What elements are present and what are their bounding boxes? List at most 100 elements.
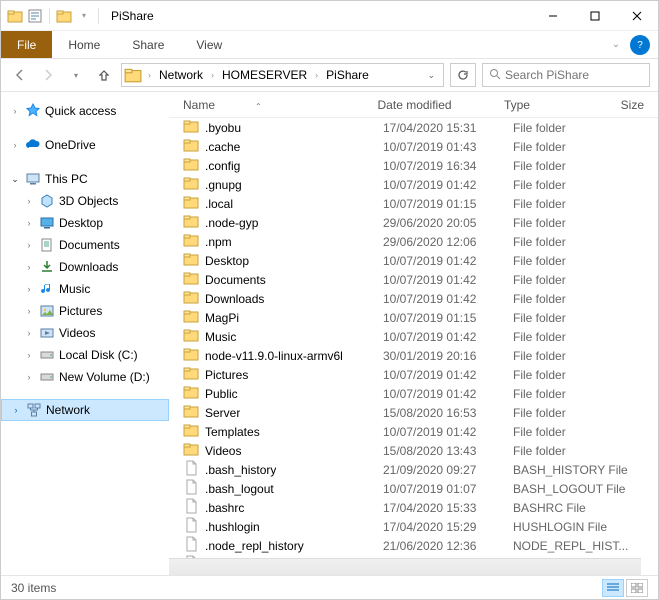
table-row[interactable]: .config10/07/2019 16:34File folder	[169, 156, 658, 175]
address-bar[interactable]: › Network › HOMESERVER › PiShare ⌄	[121, 63, 444, 87]
view-details-button[interactable]	[602, 579, 624, 597]
crumb-homeserver[interactable]: HOMESERVER	[220, 68, 309, 82]
minimize-button[interactable]	[532, 1, 574, 31]
qat-properties-icon[interactable]	[27, 8, 43, 24]
tree-this-pc[interactable]: ⌄ This PC	[1, 168, 169, 190]
help-button[interactable]: ?	[630, 35, 650, 55]
chevron-right-icon[interactable]: ›	[23, 240, 35, 250]
folder-icon	[183, 384, 199, 403]
table-row[interactable]: .bash_history21/09/2020 09:27BASH_HISTOR…	[169, 460, 658, 479]
header-date[interactable]: Date modified	[378, 98, 504, 112]
tree-onedrive[interactable]: › OneDrive	[1, 134, 169, 156]
back-button[interactable]	[9, 64, 31, 86]
tree-icon	[39, 237, 55, 253]
chevron-right-icon[interactable]: ›	[10, 405, 22, 415]
tab-view[interactable]: View	[180, 31, 238, 58]
tree-item-3d-objects[interactable]: ›3D Objects	[1, 190, 169, 212]
chevron-right-icon[interactable]: ›	[23, 350, 35, 360]
tree-item-desktop[interactable]: ›Desktop	[1, 212, 169, 234]
header-size[interactable]: Size	[621, 98, 658, 112]
horizontal-scrollbar[interactable]	[169, 558, 641, 575]
tree-item-new-volume-d-[interactable]: ›New Volume (D:)	[1, 366, 169, 388]
table-row[interactable]: Music10/07/2019 01:42File folder	[169, 327, 658, 346]
search-icon	[489, 68, 501, 83]
tree-item-documents[interactable]: ›Documents	[1, 234, 169, 256]
table-row[interactable]: .byobu17/04/2020 15:31File folder	[169, 118, 658, 137]
table-row[interactable]: Videos15/08/2020 13:43File folder	[169, 441, 658, 460]
chevron-right-icon[interactable]: ›	[23, 218, 35, 228]
table-row[interactable]: .node-gyp29/06/2020 20:05File folder	[169, 213, 658, 232]
chevron-right-icon[interactable]: ›	[9, 106, 21, 116]
tree-item-pictures[interactable]: ›Pictures	[1, 300, 169, 322]
crumb-network[interactable]: Network	[157, 68, 205, 82]
file-name: .local	[205, 197, 233, 211]
tree-item-videos[interactable]: ›Videos	[1, 322, 169, 344]
search-box[interactable]	[482, 63, 650, 87]
chevron-right-icon[interactable]: ›	[23, 262, 35, 272]
table-row[interactable]: Server15/08/2020 16:53File folder	[169, 403, 658, 422]
table-row[interactable]: Public10/07/2019 01:42File folder	[169, 384, 658, 403]
tab-home[interactable]: Home	[52, 31, 116, 58]
status-bar: 30 items	[1, 575, 658, 599]
chevron-right-icon[interactable]: ›	[313, 70, 320, 80]
table-row[interactable]: Desktop10/07/2019 01:42File folder	[169, 251, 658, 270]
address-dropdown-icon[interactable]: ⌄	[421, 70, 441, 81]
chevron-right-icon[interactable]: ›	[23, 306, 35, 316]
file-name: .node_repl_history	[205, 539, 304, 553]
table-row[interactable]: .cache10/07/2019 01:43File folder	[169, 137, 658, 156]
table-row[interactable]: .bashrc17/04/2020 15:33BASHRC File	[169, 498, 658, 517]
tab-file[interactable]: File	[1, 31, 52, 58]
table-row[interactable]: .bash_logout10/07/2019 01:07BASH_LOGOUT …	[169, 479, 658, 498]
table-row[interactable]: Documents10/07/2019 01:42File folder	[169, 270, 658, 289]
chevron-right-icon[interactable]: ›	[209, 70, 216, 80]
star-icon	[25, 103, 41, 119]
close-button[interactable]	[616, 1, 658, 31]
file-icon	[183, 517, 199, 536]
tree-label: Local Disk (C:)	[59, 348, 138, 362]
crumb-pishare[interactable]: PiShare	[324, 68, 371, 82]
chevron-right-icon[interactable]: ›	[23, 328, 35, 338]
maximize-button[interactable]	[574, 1, 616, 31]
table-row[interactable]: .local10/07/2019 01:15File folder	[169, 194, 658, 213]
table-row[interactable]: .gnupg10/07/2019 01:42File folder	[169, 175, 658, 194]
table-row[interactable]: Pictures10/07/2019 01:42File folder	[169, 365, 658, 384]
file-name: .cache	[205, 140, 240, 154]
header-type[interactable]: Type	[504, 98, 621, 112]
up-button[interactable]	[93, 64, 115, 86]
chevron-right-icon[interactable]: ›	[9, 140, 21, 150]
table-row[interactable]: Templates10/07/2019 01:42File folder	[169, 422, 658, 441]
file-type: File folder	[513, 140, 633, 154]
forward-button[interactable]	[37, 64, 59, 86]
chevron-down-icon[interactable]: ⌄	[9, 174, 21, 185]
table-row[interactable]: .node_repl_history21/06/2020 12:36NODE_R…	[169, 536, 658, 555]
ribbon-expand-icon[interactable]: ⌄	[606, 31, 626, 58]
chevron-right-icon[interactable]: ›	[146, 70, 153, 80]
search-input[interactable]	[505, 68, 643, 82]
computer-icon	[25, 171, 41, 187]
table-row[interactable]: node-v11.9.0-linux-armv6l30/01/2019 20:1…	[169, 346, 658, 365]
file-name: .gnupg	[205, 178, 242, 192]
table-row[interactable]: MagPi10/07/2019 01:15File folder	[169, 308, 658, 327]
table-row[interactable]: Downloads10/07/2019 01:42File folder	[169, 289, 658, 308]
chevron-right-icon[interactable]: ›	[23, 372, 35, 382]
file-icon	[183, 498, 199, 517]
refresh-button[interactable]	[450, 63, 476, 87]
chevron-right-icon[interactable]: ›	[23, 196, 35, 206]
table-row[interactable]: .npm29/06/2020 12:06File folder	[169, 232, 658, 251]
recent-dropdown[interactable]: ▾	[65, 64, 87, 86]
header-name[interactable]: Name⌃	[183, 98, 378, 112]
table-row[interactable]: .hushlogin17/04/2020 15:29HUSHLOGIN File	[169, 517, 658, 536]
view-thumbnails-button[interactable]	[626, 579, 648, 597]
tree-item-music[interactable]: ›Music	[1, 278, 169, 300]
file-type: File folder	[513, 311, 633, 325]
qat-chevron-down-icon[interactable]: ▾	[76, 8, 92, 24]
tab-share[interactable]: Share	[116, 31, 180, 58]
tree-item-local-disk-c-[interactable]: › Local Disk (C:)	[1, 344, 169, 366]
tree-quick-access[interactable]: › Quick access	[1, 100, 169, 122]
tree-item-downloads[interactable]: ›Downloads	[1, 256, 169, 278]
file-type: File folder	[513, 292, 633, 306]
tree-label: Quick access	[45, 104, 116, 118]
chevron-right-icon[interactable]: ›	[23, 284, 35, 294]
tree-network[interactable]: › Network	[1, 399, 169, 421]
file-date: 10/07/2019 01:15	[383, 197, 513, 211]
